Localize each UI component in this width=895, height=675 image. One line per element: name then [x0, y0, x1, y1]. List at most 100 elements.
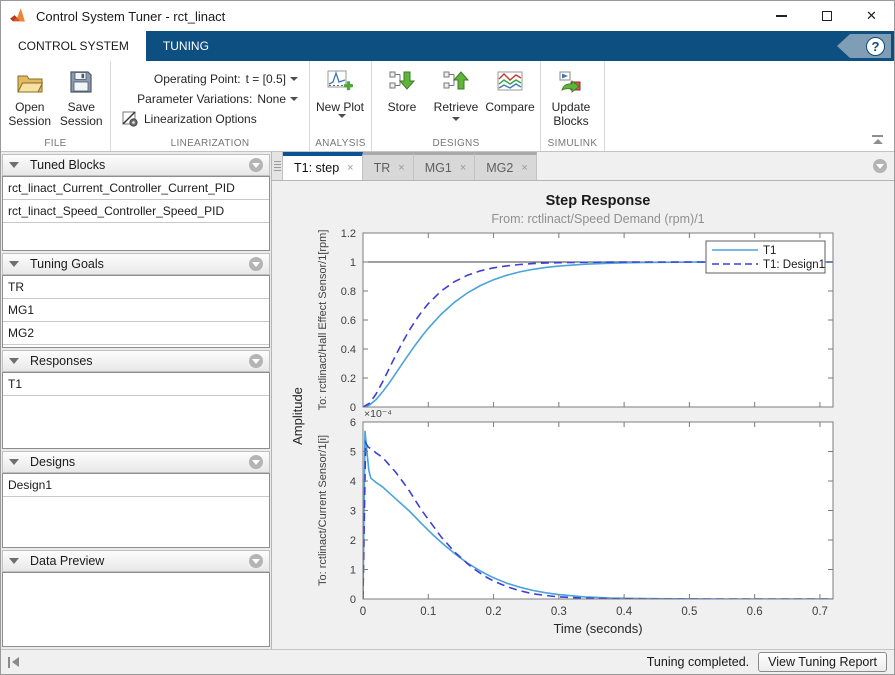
new-plot-button[interactable]: New Plot — [313, 64, 367, 137]
close-tab-icon[interactable]: × — [398, 162, 404, 174]
plot-tab-t1-step[interactable]: T1: step× — [283, 152, 363, 180]
section-header[interactable]: Data Preview — [2, 550, 270, 572]
svg-text:5: 5 — [350, 447, 356, 459]
section-header[interactable]: Tuning Goals — [2, 253, 270, 275]
tab-overflow-button[interactable] — [873, 159, 887, 173]
tab-tuning[interactable]: TUNING — [146, 31, 226, 61]
section-menu-button[interactable] — [249, 354, 263, 368]
designs-section-label: DESIGNS — [372, 138, 540, 149]
section-menu-button[interactable] — [249, 158, 263, 172]
close-tab-icon[interactable]: × — [521, 162, 527, 174]
svg-text:4: 4 — [350, 476, 356, 488]
close-button[interactable]: ✕ — [849, 1, 894, 31]
collapse-triangle-icon — [9, 459, 19, 465]
svg-text:To: rctlinact/Current Sensor/1: To: rctlinact/Current Sensor/1[i] — [317, 435, 329, 586]
plot-tab-label: TR — [374, 161, 391, 175]
linearization-options-button[interactable]: Linearization Options — [122, 109, 298, 129]
svg-text:Amplitude: Amplitude — [290, 387, 305, 445]
section-menu-button[interactable] — [249, 554, 263, 568]
section-header[interactable]: Tuned Blocks — [2, 154, 270, 176]
section-header[interactable]: Designs — [2, 451, 270, 473]
view-tuning-report-button[interactable]: View Tuning Report — [758, 652, 887, 672]
store-button[interactable]: Store — [375, 64, 429, 137]
status-message: Tuning completed. — [647, 655, 749, 669]
update-blocks-button[interactable]: Update Blocks — [544, 64, 598, 137]
chevron-down-icon — [452, 117, 460, 121]
parameter-variations-value: None — [257, 92, 286, 106]
collapse-ribbon-button[interactable] — [872, 135, 883, 144]
collapse-triangle-icon — [9, 558, 19, 564]
window-title: Control System Tuner - rct_linact — [36, 9, 759, 24]
sidebar-section-responses: ResponsesT1 — [1, 350, 271, 449]
plot-tab-tr[interactable]: TR × — [363, 152, 414, 180]
plot-tab-mg1[interactable]: MG1× — [414, 152, 476, 180]
plot-tab-label: MG2 — [486, 161, 513, 175]
maximize-button[interactable] — [804, 1, 849, 31]
list-item[interactable]: MG2 — [3, 322, 269, 345]
svg-text:Time (seconds): Time (seconds) — [553, 621, 642, 636]
ribbon-section-simulink: Update Blocks SIMULINK — [541, 61, 605, 151]
browser-sidebar: Tuned Blocks rct_linact_Current_Controlle… — [1, 152, 272, 649]
update-blocks-icon — [558, 67, 584, 97]
retrieve-button[interactable]: Retrieve — [429, 64, 483, 137]
retrieve-label: Retrieve — [434, 100, 479, 114]
svg-text:T1: T1 — [763, 245, 776, 257]
section-title: Designs — [30, 455, 75, 469]
open-session-button[interactable]: Open Session — [4, 64, 56, 137]
panel-splitter-grip[interactable] — [272, 152, 283, 180]
svg-text:T1: Design1: T1: Design1 — [763, 259, 825, 271]
compare-label: Compare — [485, 100, 534, 114]
chevron-down-icon — [252, 559, 260, 564]
matlab-logo-icon — [10, 8, 28, 24]
svg-text:0.5: 0.5 — [681, 606, 697, 618]
list-item[interactable]: rct_linact_Current_Controller_Current_PI… — [3, 177, 269, 200]
plot-tab-bar: T1: step×TR×MG1×MG2× — [272, 152, 894, 181]
step-response-figure: Step ResponseFrom: rctlinact/Speed Deman… — [272, 181, 894, 649]
save-icon — [70, 67, 92, 97]
parameter-variations-label: Parameter Variations: — [137, 92, 252, 106]
svg-text:0.6: 0.6 — [341, 315, 356, 327]
minimize-button[interactable] — [759, 1, 804, 31]
compare-button[interactable]: Compare — [483, 64, 537, 137]
svg-text:1: 1 — [350, 565, 356, 577]
section-menu-button[interactable] — [249, 455, 263, 469]
collapse-ribbon-icon — [872, 135, 883, 137]
parameter-variations-dropdown[interactable]: Parameter Variations: None — [122, 89, 298, 109]
close-tab-icon[interactable]: × — [347, 162, 353, 174]
linearization-section-label: LINEARIZATION — [111, 138, 309, 149]
section-title: Data Preview — [30, 554, 104, 568]
collapse-ribbon-icon — [873, 139, 883, 144]
chevron-down-icon — [876, 164, 884, 169]
plot-tabs: T1: step×TR×MG1×MG2× — [283, 152, 537, 180]
close-tab-icon[interactable]: × — [460, 162, 466, 174]
save-session-label: Save Session — [56, 100, 108, 128]
section-menu-button[interactable] — [249, 257, 263, 271]
analysis-section-label: ANALYSIS — [310, 138, 371, 149]
collapse-triangle-icon — [9, 162, 19, 168]
open-folder-icon — [17, 67, 43, 97]
list-item[interactable]: rct_linact_Speed_Controller_Speed_PID — [3, 200, 269, 223]
tab-control-system[interactable]: CONTROL SYSTEM — [1, 31, 146, 61]
section-title: Tuned Blocks — [30, 158, 105, 172]
collapse-left-icon — [8, 657, 10, 668]
section-header[interactable]: Responses — [2, 350, 270, 372]
collapse-triangle-icon — [9, 261, 19, 267]
section-title: Tuning Goals — [30, 257, 104, 271]
list-item[interactable]: T1 — [3, 373, 269, 396]
collapse-sidebar-button[interactable] — [8, 657, 19, 668]
chevron-down-icon — [290, 97, 298, 101]
operating-point-dropdown[interactable]: Operating Point: t = [0.5] — [122, 69, 298, 89]
list-item[interactable]: TR — [3, 276, 269, 299]
chevron-down-icon — [338, 114, 346, 118]
list-item[interactable]: MG1 — [3, 299, 269, 322]
list-item[interactable]: Design1 — [3, 474, 269, 497]
collapse-left-icon — [12, 657, 19, 667]
svg-text:0.2: 0.2 — [341, 373, 356, 385]
linearization-options-icon — [122, 111, 138, 127]
plot-tab-mg2[interactable]: MG2 × — [475, 152, 537, 180]
save-session-button[interactable]: Save Session — [56, 64, 108, 137]
help-button[interactable]: ? — [866, 37, 885, 56]
file-section-label: FILE — [1, 138, 110, 149]
ribbon-section-designs: Store Retrieve — [372, 61, 541, 151]
close-icon: ✕ — [866, 8, 877, 24]
